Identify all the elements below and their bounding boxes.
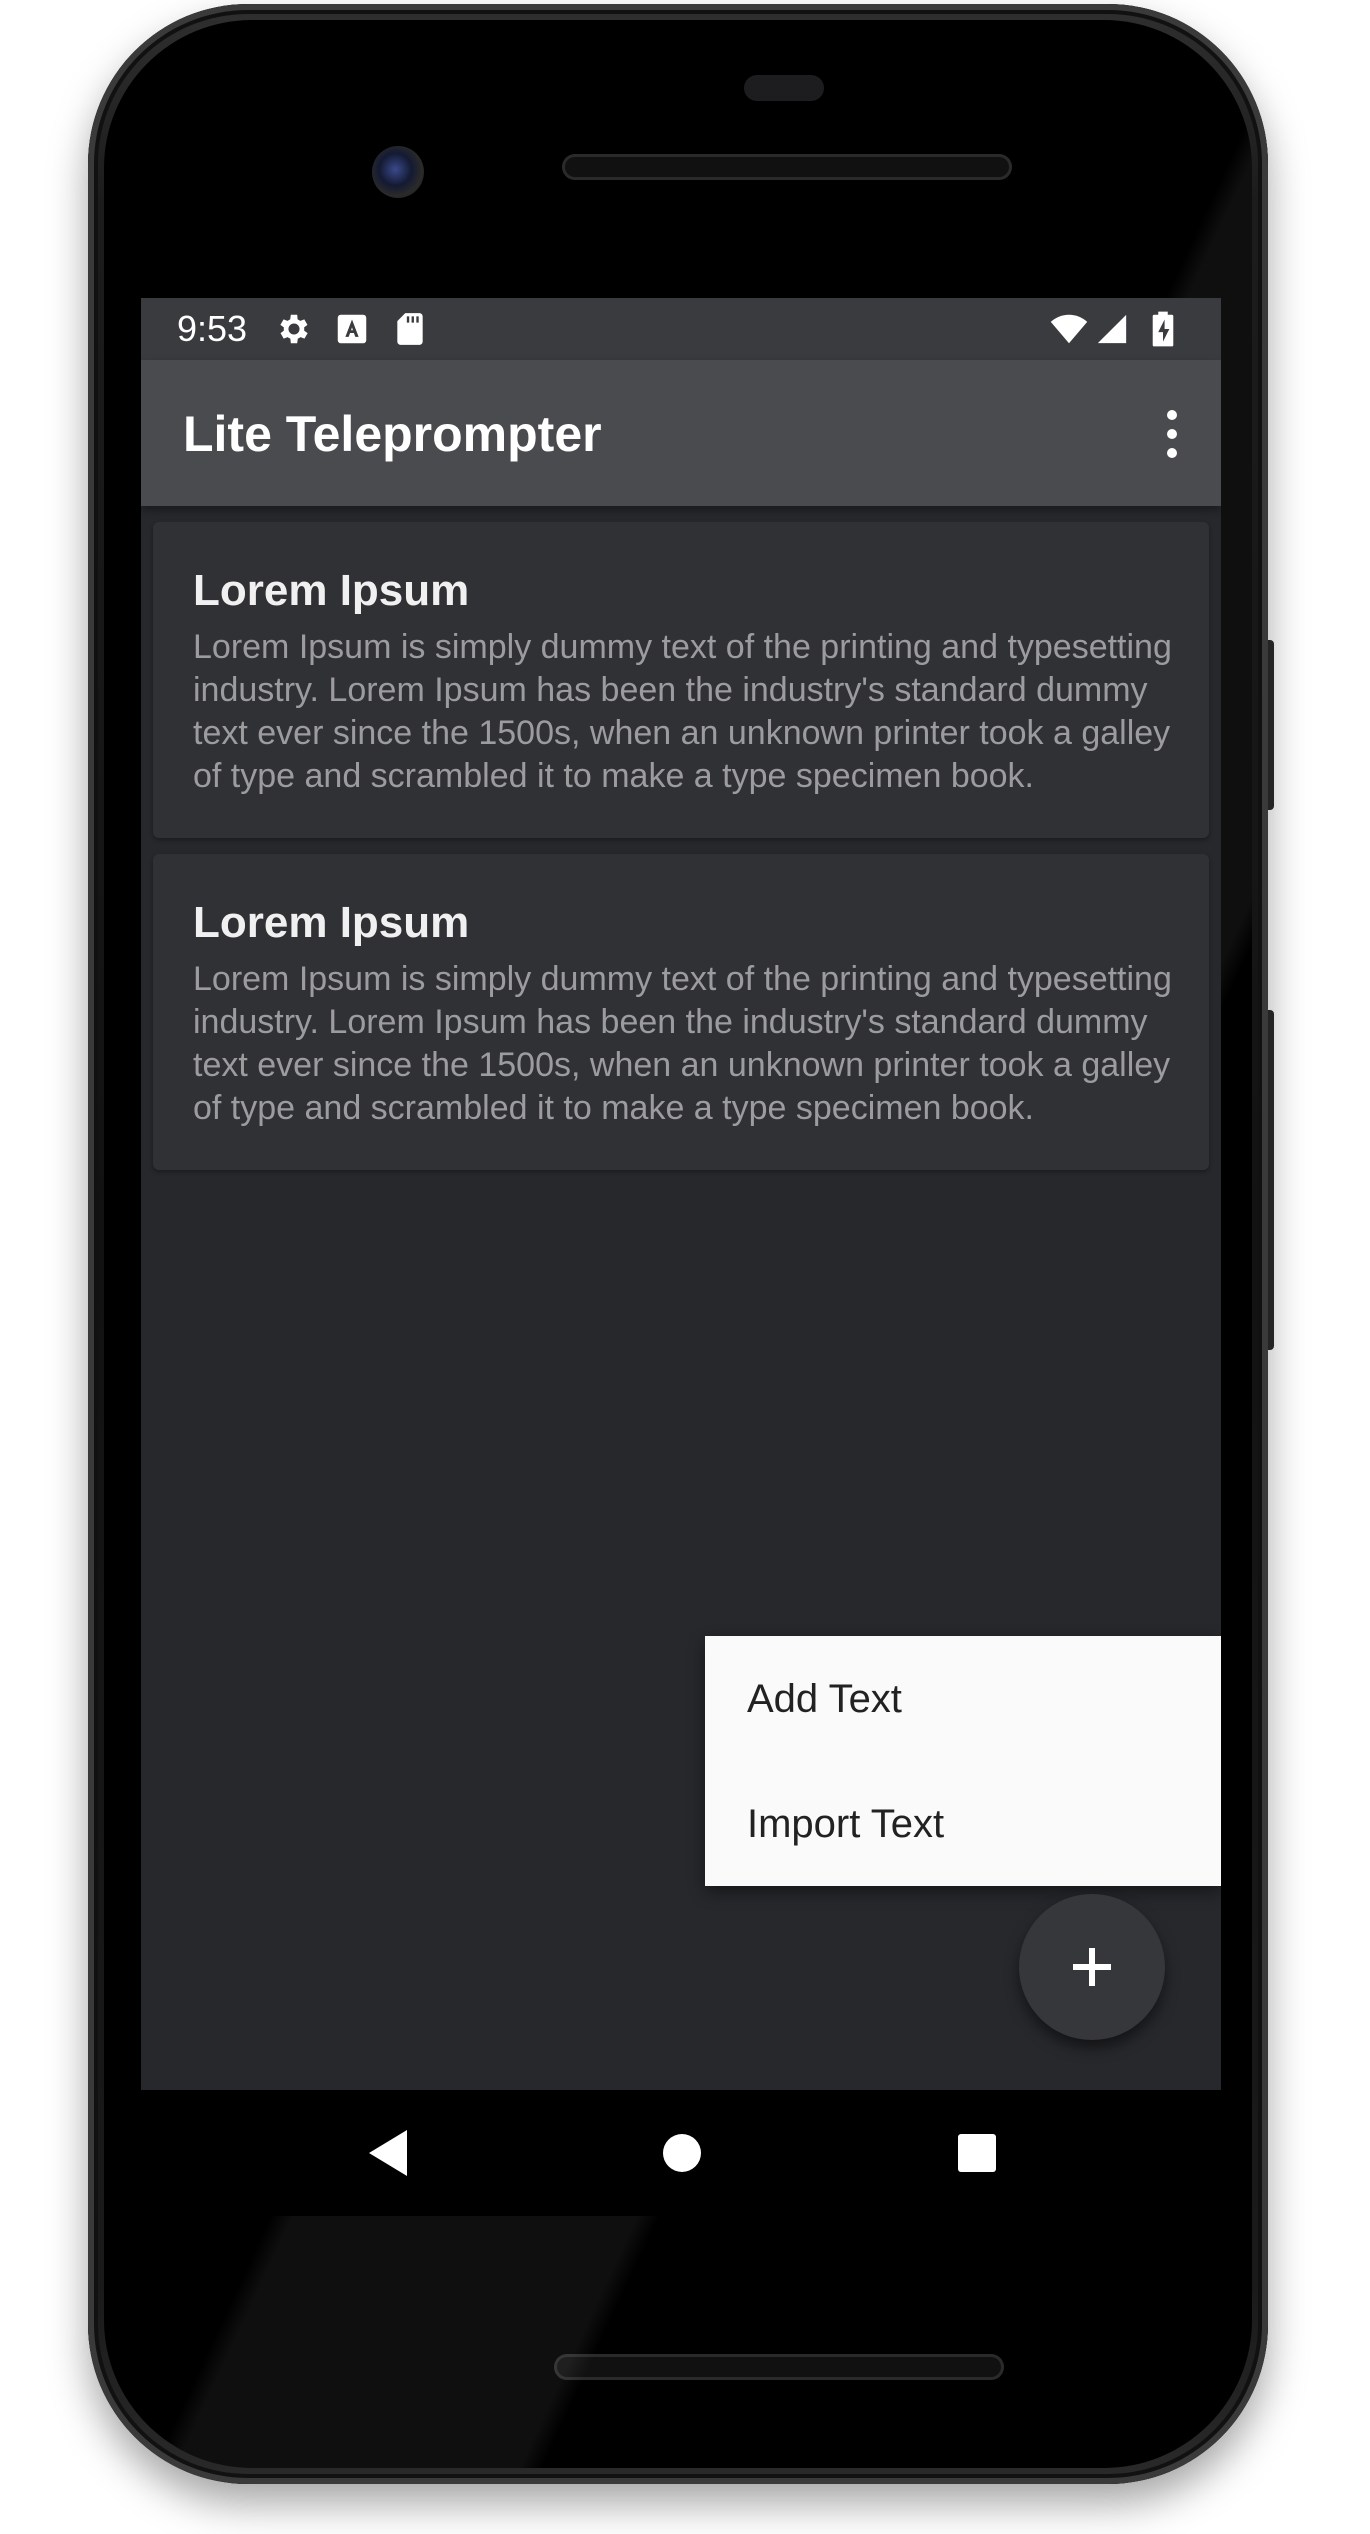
gear-icon [280,314,308,344]
card-title: Lorem Ipsum [193,566,470,615]
more-vert-icon[interactable] [1147,406,1197,462]
proximity-sensor [744,75,824,101]
system-navigation-bar [141,2090,1221,2216]
top-speaker-grille [562,154,1012,180]
device-mockup: 9:53 Lite Teleprompter Lorem Ipsum Lorem… [0,0,1370,2534]
script-card[interactable]: Lorem Ipsum Lorem Ipsum is simply dummy … [153,854,1209,1170]
status-bar: 9:53 [141,298,1221,360]
menu-item-add-text[interactable]: Add Text [705,1636,1221,1761]
battery-charging-icon [1152,311,1174,347]
back-triangle-icon[interactable] [357,2120,423,2186]
cell-signal-icon [1097,314,1127,344]
font-a-icon [337,314,367,344]
plus-icon [1073,1948,1111,1986]
status-time: 9:53 [177,308,248,349]
wifi-icon [1050,314,1088,344]
add-fab-button[interactable] [1019,1894,1165,2040]
sd-card-icon [397,313,423,345]
app-screen: 9:53 Lite Teleprompter Lorem Ipsum Lorem… [141,298,1221,2090]
fab-popup-menu: Add Text Import Text [705,1636,1221,1886]
bottom-speaker-grille [554,2354,1004,2380]
card-preview-text: Lorem Ipsum is simply dummy text of the … [193,960,1172,1127]
script-card[interactable]: Lorem Ipsum Lorem Ipsum is simply dummy … [153,522,1209,838]
menu-item-import-text[interactable]: Import Text [705,1761,1221,1886]
menu-item-label: Add Text [747,1677,902,1721]
front-camera [372,146,424,198]
menu-item-label: Import Text [747,1802,945,1846]
card-preview-text: Lorem Ipsum is simply dummy text of the … [193,628,1172,795]
card-title: Lorem Ipsum [193,898,470,947]
app-toolbar: Lite Teleprompter [141,360,1221,506]
app-title: Lite Teleprompter [183,406,602,462]
home-circle-icon[interactable] [649,2120,715,2186]
recents-square-icon[interactable] [944,2120,1010,2186]
